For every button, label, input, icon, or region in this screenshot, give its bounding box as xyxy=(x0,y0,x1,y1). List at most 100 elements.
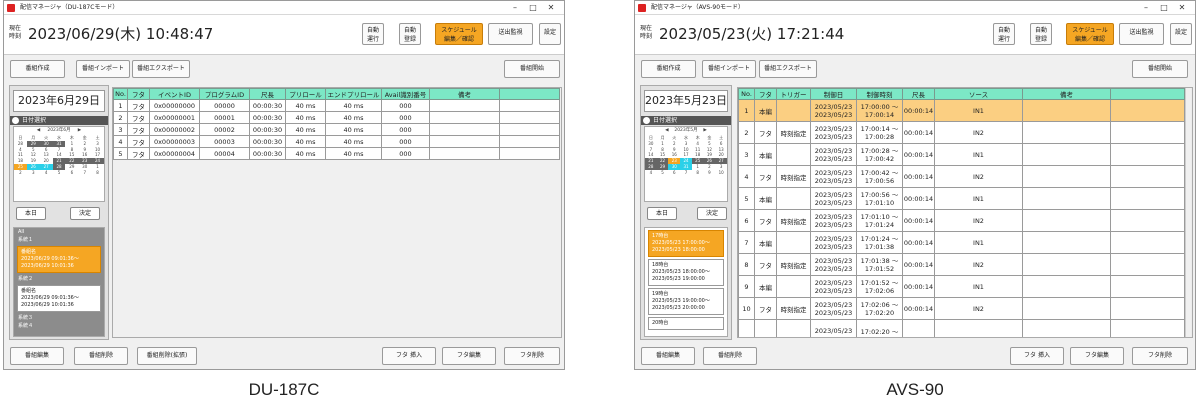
program-group[interactable]: 系統４ xyxy=(14,322,104,330)
column-header[interactable]: ソース xyxy=(934,88,1023,100)
import-program-button[interactable]: 番組インポート xyxy=(76,60,130,78)
table-row[interactable]: 2 フタ 時刻指定 2023/05/23 2023/05/23 17:00:14 ～ 1… xyxy=(738,121,1185,144)
group-all[interactable]: All xyxy=(14,228,104,236)
program-item[interactable]: 番組名 2023/06/29 09:01:36～ 2023/06/29 10:0… xyxy=(17,285,101,312)
program-item[interactable]: 18時台 2023/05/23 18:00:00～ 2023/05/23 19:… xyxy=(648,259,724,286)
maximize-icon[interactable]: □ xyxy=(524,1,542,15)
table-row[interactable]: 5 本編 2023/05/23 2023/05/23 17:00:56 ～ 17:01… xyxy=(738,187,1185,210)
table-row[interactable]: 8 フタ 時刻指定 2023/05/23 2023/05/23 17:01:38 ～ 1… xyxy=(738,253,1185,276)
calendar-day[interactable]: 5 xyxy=(657,170,669,176)
auto-run-button[interactable]: 自動 運行 xyxy=(362,23,384,45)
calendar-day[interactable]: 4 xyxy=(40,170,53,176)
import-program-button[interactable]: 番組インポート xyxy=(702,60,756,78)
column-header[interactable]: トリガー xyxy=(776,88,811,100)
calendar-day[interactable]: 8 xyxy=(692,170,704,176)
schedule-edit-button[interactable]: スケジュール 編集／確認 xyxy=(435,23,483,45)
output-monitor-button[interactable]: 送出監視 xyxy=(488,23,533,45)
program-group[interactable]: 系統１ xyxy=(14,236,104,244)
calendar[interactable]: ◀ 2023年5月 ▶ 日月火水木金土 30 1 2 3 4 5 6 7 8 9 10 11 12 13 14… xyxy=(644,126,728,202)
table-row[interactable]: 1 本編 2023/05/23 2023/05/23 17:00:00 ～ 17:00… xyxy=(738,99,1185,122)
minimize-icon[interactable]: – xyxy=(506,1,524,15)
table-row[interactable]: 3 フタ 0x00000002 00002 00:00:30 40 ms 40 ms 000 xyxy=(113,123,560,136)
column-header[interactable]: プログラムID xyxy=(199,88,250,100)
program-item[interactable]: 20時台 xyxy=(648,317,724,330)
confirm-button[interactable]: 決定 xyxy=(70,207,100,220)
calendar-day[interactable]: 5 xyxy=(53,170,66,176)
column-header[interactable]: イベントID xyxy=(149,88,200,100)
program-group[interactable]: 系統２ xyxy=(14,275,104,283)
insert-futa-button[interactable]: フタ 挿入 xyxy=(382,347,436,365)
column-header[interactable]: No. xyxy=(113,88,128,100)
column-header[interactable]: 制御日 xyxy=(810,88,857,100)
table-row[interactable]: 4 フタ 時刻指定 2023/05/23 2023/05/23 17:00:42 ～ 1… xyxy=(738,165,1185,188)
program-item[interactable]: 番組名 2023/06/29 09:01:36～ 2023/06/29 10:0… xyxy=(17,246,101,273)
edit-program-button[interactable]: 番組編集 xyxy=(641,347,695,365)
today-button[interactable]: 本日 xyxy=(16,207,46,220)
table-row[interactable]: 2023/05/23 17:02:20 ～ xyxy=(738,319,1185,337)
column-header[interactable]: 備考 xyxy=(1022,88,1111,100)
table-row[interactable]: 9 本編 2023/05/23 2023/05/23 17:01:52 ～ 17:02… xyxy=(738,275,1185,298)
column-header[interactable]: エンドプリロール xyxy=(325,88,382,100)
column-header[interactable]: No. xyxy=(738,88,755,100)
start-program-button[interactable]: 番組開始 xyxy=(1132,60,1188,78)
program-group[interactable]: 系統３ xyxy=(14,314,104,322)
calendar-day[interactable]: 9 xyxy=(704,170,716,176)
export-program-button[interactable]: 番組エクスポート xyxy=(132,60,190,78)
program-item[interactable]: 19時台 2023/05/23 19:00:00～ 2023/05/23 20:… xyxy=(648,288,724,315)
edit-program-button[interactable]: 番組編集 xyxy=(10,347,64,365)
export-program-button[interactable]: 番組エクスポート xyxy=(759,60,817,78)
edit-futa-button[interactable]: フタ編集 xyxy=(1070,347,1124,365)
column-header[interactable]: 尺長 xyxy=(902,88,935,100)
calendar-day[interactable]: 2 xyxy=(14,170,27,176)
delete-program-ext-button[interactable]: 番組削除(拡張) xyxy=(137,347,197,365)
column-header[interactable]: フタ xyxy=(754,88,777,100)
minimize-icon[interactable]: – xyxy=(1137,1,1155,15)
table-row[interactable]: 4 フタ 0x00000003 00003 00:00:30 40 ms 40 ms 000 xyxy=(113,135,560,148)
auto-register-button[interactable]: 自動 登録 xyxy=(1030,23,1052,45)
table-row[interactable]: 5 フタ 0x00000004 00004 00:00:30 40 ms 40 ms 000 xyxy=(113,147,560,160)
calendar[interactable]: ◀ 2023年6月 ▶ 日月火水木金土 28 29 30 31 1 2 3 4 5 6 7 8 9 10 11… xyxy=(13,126,105,202)
create-program-button[interactable]: 番組作成 xyxy=(641,60,696,78)
table-row[interactable]: 2 フタ 0x00000001 00001 00:00:30 40 ms 40 ms 000 xyxy=(113,111,560,124)
auto-register-button[interactable]: 自動 登録 xyxy=(399,23,421,45)
edit-futa-button[interactable]: フタ編集 xyxy=(442,347,496,365)
insert-futa-button[interactable]: フタ 挿入 xyxy=(1010,347,1064,365)
create-program-button[interactable]: 番組作成 xyxy=(10,60,65,78)
settings-button[interactable]: 設定 xyxy=(1170,23,1192,45)
delete-futa-button[interactable]: フタ削除 xyxy=(504,347,560,365)
table-row[interactable]: 6 フタ 時刻指定 2023/05/23 2023/05/23 17:01:10 ～ 1… xyxy=(738,209,1185,232)
collapse-icon[interactable] xyxy=(12,117,19,124)
column-header[interactable]: フタ xyxy=(127,88,150,100)
column-header[interactable]: プリロール xyxy=(285,88,326,100)
table-scrollbar[interactable] xyxy=(1185,88,1191,337)
collapse-icon[interactable] xyxy=(643,117,650,124)
delete-program-button[interactable]: 番組削除 xyxy=(74,347,128,365)
table-row[interactable]: 3 本編 2023/05/23 2023/05/23 17:00:28 ～ 17:00… xyxy=(738,143,1185,166)
close-icon[interactable]: ✕ xyxy=(542,1,560,15)
confirm-button[interactable]: 決定 xyxy=(697,207,727,220)
column-header[interactable]: 尺長 xyxy=(249,88,286,100)
close-icon[interactable]: ✕ xyxy=(1173,1,1191,15)
output-monitor-button[interactable]: 送出監視 xyxy=(1119,23,1164,45)
table-row[interactable]: 10 フタ 時刻指定 2023/05/23 2023/05/23 17:02:06 ～ … xyxy=(738,297,1185,320)
calendar-day[interactable]: 10 xyxy=(715,170,727,176)
column-header[interactable]: 備考 xyxy=(429,88,500,100)
table-row[interactable]: 1 フタ 0x00000000 00000 00:00:30 40 ms 40 ms 000 xyxy=(113,99,560,112)
calendar-day[interactable]: 3 xyxy=(27,170,40,176)
delete-futa-button[interactable]: フタ削除 xyxy=(1132,347,1188,365)
program-item[interactable]: 17時台 2023/05/23 17:00:00～ 2023/05/23 18:… xyxy=(648,230,724,257)
delete-program-button[interactable]: 番組削除 xyxy=(703,347,757,365)
auto-run-button[interactable]: 自動 運行 xyxy=(993,23,1015,45)
schedule-edit-button[interactable]: スケジュール 編集／確認 xyxy=(1066,23,1114,45)
column-header[interactable] xyxy=(499,88,560,100)
column-header[interactable] xyxy=(1110,88,1185,100)
column-header[interactable]: Avail識別番号 xyxy=(381,88,430,100)
table-row[interactable]: 7 本編 2023/05/23 2023/05/23 17:01:24 ～ 17:01… xyxy=(738,231,1185,254)
start-program-button[interactable]: 番組開始 xyxy=(504,60,560,78)
settings-button[interactable]: 設定 xyxy=(539,23,561,45)
today-button[interactable]: 本日 xyxy=(647,207,677,220)
column-header[interactable]: 制御時刻 xyxy=(856,88,903,100)
calendar-day[interactable]: 6 xyxy=(65,170,78,176)
calendar-day[interactable]: 7 xyxy=(78,170,91,176)
calendar-day[interactable]: 8 xyxy=(91,170,104,176)
